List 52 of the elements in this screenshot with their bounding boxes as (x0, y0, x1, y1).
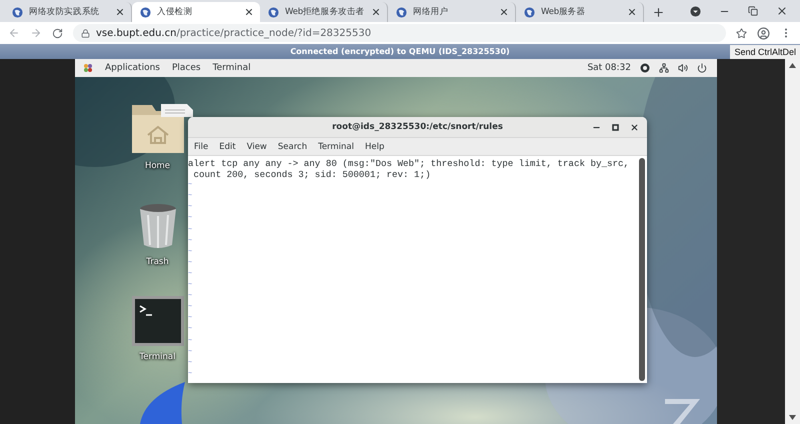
network-icon[interactable] (659, 63, 669, 73)
send-ctrlaltdel-button[interactable]: Send CtrlAltDel (730, 44, 800, 58)
document-icon[interactable] (160, 103, 194, 117)
restore-icon[interactable] (748, 6, 758, 16)
top-bar-menu[interactable]: Applications (105, 63, 160, 73)
globe-icon (12, 6, 23, 18)
page-scrollbar[interactable] (785, 59, 800, 424)
menu-item[interactable]: Edit (219, 142, 236, 152)
trash-icon[interactable] (138, 203, 178, 251)
reload-icon[interactable] (52, 28, 63, 38)
swoosh-drawing (140, 382, 186, 424)
menu-item[interactable]: Terminal (318, 142, 354, 152)
url-path: /practice/practice_node/?id=28325530 (176, 28, 372, 38)
code-line: alert tcp any any -> any 80 (msg:"Dos Web"; threshold: type limit, track by_src, (188, 158, 630, 170)
menu-item[interactable]: File (194, 142, 208, 152)
close-icon[interactable] (499, 7, 509, 17)
volume-icon[interactable] (678, 63, 688, 73)
address-field[interactable]: vse.bupt.edu.cn/practice/practice_node/?id=28325530 (73, 24, 726, 42)
close-icon[interactable] (627, 7, 637, 17)
star-icon[interactable] (736, 28, 747, 38)
tab-search-icon[interactable] (690, 6, 701, 16)
close-icon[interactable] (244, 7, 254, 17)
scroll-up-icon[interactable] (789, 63, 796, 68)
menu-item[interactable]: View (246, 142, 267, 152)
globe-icon (268, 6, 279, 18)
top-bar-menu[interactable]: Places (172, 63, 201, 73)
desktop-icon-label[interactable]: Home (144, 161, 170, 171)
close-icon[interactable] (371, 7, 381, 17)
profile-icon[interactable] (757, 26, 770, 40)
url-host: vse.bupt.edu.cn (96, 28, 176, 38)
code-line: count 200, seconds 3; sid: 500001; rev: 1;) (192, 169, 432, 180)
close-icon[interactable] (115, 7, 125, 17)
top-bar-menu[interactable]: Terminal (212, 63, 251, 73)
close-icon[interactable] (776, 5, 788, 17)
browser-tab[interactable]: 入侵检测 (132, 2, 260, 22)
clock[interactable]: Sat 08:32 (587, 63, 631, 73)
window-title: root@ids_28325530:/etc/snort/rules (332, 122, 503, 132)
power-icon[interactable] (697, 63, 707, 73)
scrollbar[interactable] (639, 158, 645, 381)
lock-icon (81, 28, 90, 38)
menu-item[interactable]: Help (365, 142, 384, 152)
wallpaper-mark-drawing (665, 399, 701, 424)
terminal-icon[interactable] (132, 296, 184, 346)
globe-icon (524, 6, 535, 18)
globe-icon (140, 6, 151, 18)
scroll-down-icon[interactable] (789, 415, 796, 420)
close-icon[interactable] (630, 122, 639, 132)
menu-item[interactable]: Search (278, 142, 308, 152)
globe-icon (396, 6, 407, 18)
connection-status: Connected (encrypted) to QEMU (IDS_28325530) (290, 47, 510, 56)
new-tab-icon[interactable] (652, 6, 665, 19)
maximize-icon[interactable] (612, 124, 619, 130)
